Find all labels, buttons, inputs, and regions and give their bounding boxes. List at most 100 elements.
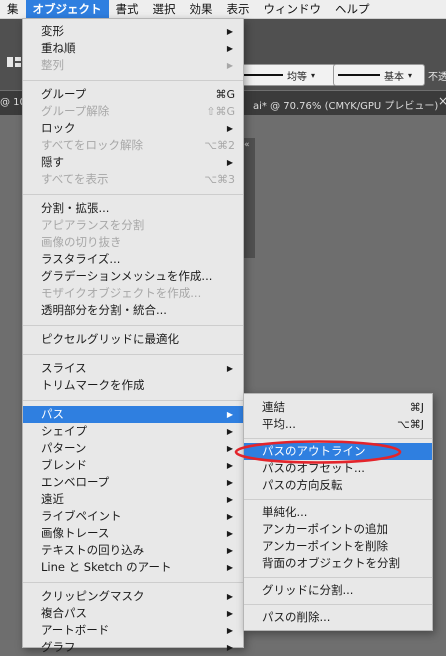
- submenu-arrow-icon: ▶: [226, 444, 233, 453]
- menubar-item-0[interactable]: 集: [0, 0, 26, 18]
- stroke-line-icon: [239, 74, 283, 76]
- menubar-item-1[interactable]: オブジェクト: [25, 0, 109, 18]
- menu-separator: [244, 499, 432, 500]
- shortcut-label: ⌥⌘3: [204, 173, 235, 186]
- menu-item-label: 整列: [41, 58, 64, 72]
- menu-item[interactable]: パスの方向反転: [244, 477, 432, 494]
- menu-item[interactable]: 変形 ▶: [23, 23, 243, 40]
- menu-item-label: グラフ: [41, 640, 76, 654]
- menu-item[interactable]: 単純化...: [244, 504, 432, 521]
- menu-item[interactable]: パス ▶: [23, 406, 243, 423]
- menu-item[interactable]: 背面のオブジェクトを分割: [244, 555, 432, 572]
- submenu-arrow-icon: ▶: [226, 626, 233, 635]
- menu-separator: [23, 80, 243, 81]
- menu-item[interactable]: 隠す ▶: [23, 154, 243, 171]
- menu-item-label: すべてを表示: [41, 172, 109, 186]
- menu-item[interactable]: ライブペイント ▶: [23, 508, 243, 525]
- menu-item[interactable]: スライス ▶: [23, 360, 243, 377]
- menu-item: 整列 ▶: [23, 57, 243, 74]
- menu-item[interactable]: パターン ▶: [23, 440, 243, 457]
- menu-item[interactable]: パスのアウトライン: [244, 443, 432, 460]
- menubar-item-2[interactable]: 書式: [109, 0, 146, 18]
- chevron-down-icon: ▾: [311, 70, 316, 80]
- menu-item[interactable]: テキストの回り込み ▶: [23, 542, 243, 559]
- menu-item[interactable]: クリッピングマスク ▶: [23, 588, 243, 605]
- menu-item-label: 連結: [262, 400, 285, 414]
- menu-item[interactable]: アートボード ▶: [23, 622, 243, 639]
- menubar-item-6[interactable]: ウィンドウ: [257, 0, 329, 18]
- menu-item[interactable]: Line と Sketch のアート ▶: [23, 559, 243, 576]
- submenu-arrow-icon: ▶: [226, 529, 233, 538]
- menu-item-label: すべてをロック解除: [41, 138, 144, 152]
- brush-label: 基本: [384, 71, 404, 83]
- menu-item[interactable]: 複合パス ▶: [23, 605, 243, 622]
- menu-item-label: 平均...: [262, 417, 296, 431]
- menu-bar: 集オブジェクト 書式 選択 効果 表示 ウィンドウ ヘルプ: [0, 0, 446, 19]
- menu-item-label: ピクセルグリッドに最適化: [41, 332, 179, 346]
- menu-item-label: パスのアウトライン: [262, 444, 366, 458]
- opacity-label: 不透: [428, 71, 446, 83]
- submenu-arrow-icon: ▶: [226, 158, 233, 167]
- menu-item: すべてを表示 ⌥⌘3: [23, 171, 243, 188]
- menu-item[interactable]: アンカーポイントの追加: [244, 521, 432, 538]
- menu-item[interactable]: 平均... ⌥⌘J: [244, 416, 432, 433]
- chevron-down-icon: ▾: [408, 70, 413, 80]
- menu-item[interactable]: 連結 ⌘J: [244, 399, 432, 416]
- menubar-item-5[interactable]: 表示: [220, 0, 257, 18]
- submenu-arrow-icon: ▶: [226, 364, 233, 373]
- close-tab-icon[interactable]: ×: [438, 94, 446, 108]
- menu-separator: [23, 400, 243, 401]
- menubar-item-7[interactable]: ヘルプ: [328, 0, 377, 18]
- submenu-arrow-icon: ▶: [226, 478, 233, 487]
- stroke-line-icon: [338, 74, 380, 76]
- menu-item[interactable]: グラフ ▶: [23, 639, 243, 656]
- submenu-arrow-icon: ▶: [226, 461, 233, 470]
- menu-item-label: パターン: [41, 441, 87, 455]
- menu-item[interactable]: アンカーポイントを削除: [244, 538, 432, 555]
- menu-item[interactable]: 遠近 ▶: [23, 491, 243, 508]
- path-submenu: 連結 ⌘J 平均... ⌥⌘J パスのアウトラインパスのオフセット... パスの方向反転単…: [243, 393, 433, 631]
- submenu-arrow-icon: ▶: [226, 495, 233, 504]
- menu-item[interactable]: ピクセルグリッドに最適化: [23, 331, 243, 348]
- menu-item-label: パスの削除...: [262, 610, 331, 624]
- menu-item-label: 背面のオブジェクトを分割: [262, 556, 400, 570]
- shortcut-label: ⌘G: [215, 88, 235, 101]
- menu-item[interactable]: シェイプ ▶: [23, 423, 243, 440]
- menu-separator: [244, 604, 432, 605]
- menu-item[interactable]: 透明部分を分割・統合...: [23, 302, 243, 319]
- menu-item[interactable]: トリムマークを作成: [23, 377, 243, 394]
- menu-item[interactable]: エンベロープ ▶: [23, 474, 243, 491]
- menu-separator: [244, 577, 432, 578]
- menu-item[interactable]: パスの削除...: [244, 609, 432, 626]
- menu-separator: [23, 325, 243, 326]
- menu-item-label: 画像トレース: [41, 526, 110, 540]
- submenu-arrow-icon: ▶: [226, 410, 233, 419]
- menubar-item-3[interactable]: 選択: [146, 0, 183, 18]
- panel-collapse-icon[interactable]: «: [244, 140, 250, 150]
- menu-item-label: ブレンド: [41, 458, 87, 472]
- menu-item[interactable]: ロック ▶: [23, 120, 243, 137]
- document-tab-title[interactable]: ai* @ 70.76% (CMYK/GPU プレビュー): [253, 97, 438, 112]
- menu-item[interactable]: グラデーションメッシュを作成...: [23, 268, 243, 285]
- stroke-profile-select[interactable]: 均等 ▾: [234, 64, 336, 86]
- collapsed-panel[interactable]: [243, 138, 255, 258]
- menu-item[interactable]: 分割・拡張...: [23, 200, 243, 217]
- menu-item[interactable]: グリッドに分割...: [244, 582, 432, 599]
- brush-select[interactable]: 基本 ▾: [333, 64, 425, 86]
- menu-item-label: トリムマークを作成: [41, 378, 145, 392]
- submenu-arrow-icon: ▶: [226, 546, 233, 555]
- menu-item-label: グループ解除: [41, 104, 110, 118]
- menu-item-label: 変形: [41, 24, 64, 38]
- menu-item-label: ライブペイント: [41, 509, 122, 523]
- menu-item[interactable]: グループ ⌘G: [23, 86, 243, 103]
- menu-item-label: 単純化...: [262, 505, 308, 519]
- submenu-arrow-icon: ▶: [226, 27, 233, 36]
- menu-item[interactable]: 重ね順 ▶: [23, 40, 243, 57]
- menu-item[interactable]: パスのオフセット...: [244, 460, 432, 477]
- menu-item-label: グループ: [41, 87, 87, 101]
- menu-item[interactable]: ブレンド ▶: [23, 457, 243, 474]
- layout-icon[interactable]: [7, 57, 21, 67]
- menubar-item-4[interactable]: 効果: [183, 0, 220, 18]
- menu-item[interactable]: ラスタライズ...: [23, 251, 243, 268]
- menu-item[interactable]: 画像トレース ▶: [23, 525, 243, 542]
